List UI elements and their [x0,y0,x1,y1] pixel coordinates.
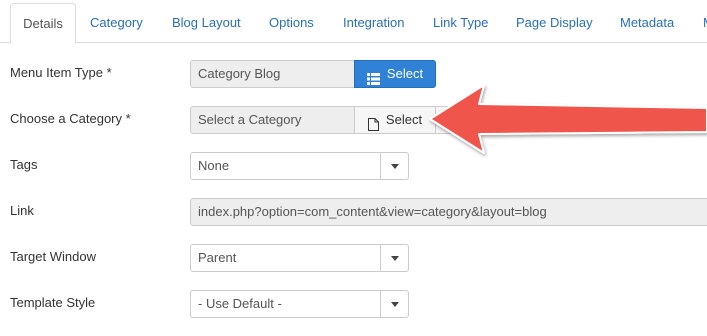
link-field: index.php?option=com_content&view=catego… [190,198,707,226]
chevron-down-icon [380,291,408,317]
tab-category[interactable]: Category [90,3,143,43]
menu-item-type-select-label: Select [386,66,424,81]
chevron-down-icon [380,245,408,271]
tab-link-type[interactable]: Link Type [433,3,488,43]
tab-options[interactable]: Options [269,3,314,43]
target-window-value: Parent [198,250,237,265]
choose-category-select-button[interactable]: Select [354,106,436,134]
file-icon [367,114,379,131]
tab-details[interactable]: Details [10,3,76,44]
target-window-select[interactable]: Parent [190,244,409,272]
choose-category-field: Select a Category [190,106,356,134]
tab-more[interactable]: M [703,3,707,43]
choose-category-select-label: Select [385,112,423,127]
menu-item-type-field: Category Blog [190,60,356,88]
choose-category-extra-button[interactable] [435,106,520,134]
tab-integration[interactable]: Integration [343,3,404,43]
target-window-label: Target Window [10,249,96,264]
tags-label: Tags [10,157,38,172]
link-label: Link [10,203,34,218]
menu-item-type-label: Menu Item Type * [10,65,112,80]
template-style-select[interactable]: - Use Default - [190,290,409,318]
template-style-value: - Use Default - [198,296,282,311]
tab-blog-layout[interactable]: Blog Layout [172,3,241,43]
list-icon [366,68,380,85]
tags-select[interactable]: None [190,152,409,180]
chevron-down-icon [380,153,408,179]
tags-value: None [198,158,230,173]
tab-metadata[interactable]: Metadata [620,3,674,43]
menu-item-type-select-button[interactable]: Select [354,60,436,88]
tab-page-display[interactable]: Page Display [516,3,593,43]
tab-bar: Details Category Blog Layout Options Int… [0,0,707,44]
template-style-label: Template Style [10,295,96,310]
choose-category-label: Choose a Category * [10,111,131,126]
